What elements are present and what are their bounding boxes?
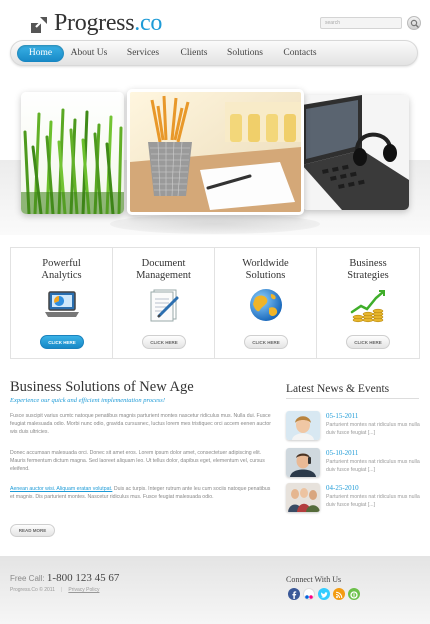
nav-solutions[interactable]: Solutions: [223, 45, 267, 62]
main-subheading: Experience our quick and efficient imple…: [10, 397, 165, 404]
news-thumbnail: [286, 483, 320, 512]
phone-number: 1-800 123 45 67: [46, 572, 120, 584]
paragraph-3: Aenean auctor wisi. Aliquam eratan volut…: [10, 486, 271, 501]
coins-graph-icon: [350, 290, 385, 323]
click-here-button[interactable]: CLICK HERE: [244, 335, 288, 349]
privacy-policy-link[interactable]: Privacy Policy: [68, 587, 99, 593]
nav-contacts[interactable]: Contacts: [278, 45, 322, 62]
nav-clients[interactable]: Clients: [174, 45, 214, 62]
logo[interactable]: Progress.co: [30, 10, 162, 37]
laptop-chart-icon: [45, 291, 79, 317]
rss-icon[interactable]: [333, 588, 345, 600]
feature-title: Worldwide Solutions: [242, 258, 289, 281]
facebook-icon[interactable]: [288, 588, 300, 600]
nav-home[interactable]: Home: [17, 45, 64, 62]
document-pen-icon: [150, 289, 179, 322]
twitter-icon[interactable]: [318, 588, 330, 600]
banner-image-laptop: [302, 95, 409, 210]
features-panel: Powerful Analytics CLICK HERE Document Man…: [10, 247, 420, 359]
news-item[interactable]: 04-25-2010 Parturient montes nat ridicul…: [286, 483, 420, 515]
news-heading: Latest News & Events: [286, 383, 390, 395]
feature-title: Business Strategies: [347, 258, 389, 281]
news-date: 05-10-2011: [326, 449, 359, 457]
nav-services[interactable]: Services: [121, 45, 165, 62]
feature-worldwide: Worldwide Solutions CLICK HERE: [215, 248, 317, 358]
logo-arrow-icon: [31, 16, 47, 33]
banner-image-grass: [21, 92, 124, 214]
feature-title: Document Management: [136, 258, 191, 281]
news-thumbnail: [286, 411, 320, 440]
click-here-button[interactable]: CLICK HERE: [346, 335, 390, 349]
news-thumbnail: [286, 448, 320, 477]
feature-strategies: Business Strategies CLICK HERE: [317, 248, 419, 358]
flickr-icon[interactable]: [303, 588, 315, 600]
search-input[interactable]: search: [320, 17, 402, 29]
skype-icon[interactable]: [348, 588, 360, 600]
news-text: Parturient montes nat ridiculus mus null…: [326, 422, 420, 436]
globe-icon: [250, 289, 282, 321]
main-heading: Business Solutions of New Age: [10, 379, 194, 395]
inline-link[interactable]: Aenean auctor wisi. Aliquam eratan volut…: [10, 486, 112, 492]
news-item[interactable]: 05-10-2011 Parturient montes nat ridicul…: [286, 448, 420, 480]
main-navigation: Home About Us Services Clients Solutions…: [10, 40, 418, 66]
paragraph-2: Donec accumsan malesuada orci. Donec sit…: [10, 450, 265, 473]
feature-analytics: Powerful Analytics CLICK HERE: [11, 248, 113, 358]
feature-documents: Document Management CLICK HERE: [113, 248, 215, 358]
nav-about-us[interactable]: About Us: [67, 45, 111, 62]
news-date: 05-15-2011: [326, 412, 359, 420]
search-icon: [410, 19, 419, 28]
feature-title: Powerful Analytics: [41, 258, 82, 281]
copyright: Progress.Co © 2011 | Privacy Policy: [10, 587, 100, 593]
paragraph-1: Fusce suscipit varius cumtc natoque pena…: [10, 413, 271, 436]
news-text: Parturient montes nat ridiculus mus null…: [326, 494, 420, 508]
news-item[interactable]: 05-15-2011 Parturient montes nat ridicul…: [286, 411, 420, 443]
free-call: Free Call: 1-800 123 45 67: [10, 572, 120, 584]
news-text: Parturient montes nat ridiculus mus null…: [326, 459, 420, 473]
news-divider: [286, 398, 419, 399]
news-date: 04-25-2010: [326, 484, 359, 492]
banner-image-pencils: [127, 89, 304, 215]
click-here-button[interactable]: CLICK HERE: [40, 335, 84, 349]
search-button[interactable]: [407, 16, 421, 30]
connect-heading: Connect With Us: [286, 575, 342, 584]
logo-text: Progress.co: [54, 10, 163, 36]
read-more-button[interactable]: READ MORE: [10, 524, 55, 537]
banner-shadow: [110, 214, 320, 234]
click-here-button[interactable]: CLICK HERE: [142, 335, 186, 349]
